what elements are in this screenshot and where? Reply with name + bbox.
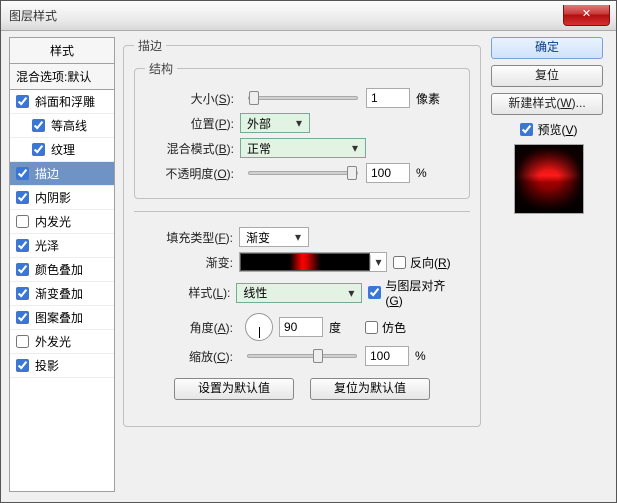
style-item-3[interactable]: 描边	[10, 162, 114, 186]
style-item-4[interactable]: 内阴影	[10, 186, 114, 210]
style-item-checkbox[interactable]	[16, 263, 29, 276]
style-item-checkbox[interactable]	[32, 143, 45, 156]
preview-thumbnail	[514, 144, 584, 214]
style-item-checkbox[interactable]	[16, 215, 29, 228]
style-item-0[interactable]: 斜面和浮雕	[10, 90, 114, 114]
angle-label: 角度(A):	[144, 319, 239, 336]
style-item-checkbox[interactable]	[16, 287, 29, 300]
gradient-label: 渐变:	[144, 254, 239, 271]
blendmode-combo[interactable]: 正常▾	[240, 138, 366, 158]
style-item-checkbox[interactable]	[16, 311, 29, 324]
chevron-down-icon: ▾	[291, 116, 307, 130]
structure-legend: 结构	[145, 60, 177, 77]
angle-unit: 度	[329, 319, 341, 336]
gradstyle-combo[interactable]: 线性▾	[236, 283, 362, 303]
layer-style-dialog: 图层样式 ✕ 样式 混合选项:默认 斜面和浮雕等高线纹理描边内阴影内发光光泽颜色…	[0, 0, 617, 503]
scale-input[interactable]	[365, 346, 409, 366]
dialog-buttons: 确定 复位 新建样式(W)... 预览(V)	[491, 37, 607, 218]
opacity-label: 不透明度(O):	[145, 165, 240, 182]
style-item-label: 纹理	[51, 141, 75, 158]
style-item-label: 描边	[35, 165, 59, 182]
style-item-label: 颜色叠加	[35, 261, 83, 278]
size-unit: 像素	[416, 90, 440, 107]
size-slider[interactable]	[248, 96, 358, 100]
scale-unit: %	[415, 349, 426, 363]
style-item-7[interactable]: 颜色叠加	[10, 258, 114, 282]
style-item-6[interactable]: 光泽	[10, 234, 114, 258]
style-item-label: 外发光	[35, 333, 71, 350]
fill-fieldset: 填充类型(F): 渐变▾ 渐变: ▾ 反向(R) 样式(L): 线性▾ 与图层对…	[134, 211, 470, 410]
style-item-checkbox[interactable]	[32, 119, 45, 132]
style-item-label: 内发光	[35, 213, 71, 230]
style-item-label: 光泽	[35, 237, 59, 254]
size-input[interactable]	[366, 88, 410, 108]
close-button[interactable]: ✕	[563, 5, 610, 26]
scale-label: 缩放(C):	[144, 348, 239, 365]
chevron-down-icon: ▾	[347, 141, 363, 155]
structure-fieldset: 结构 大小(S): 像素 位置(P): 外部▾ 混合模式(B): 正常▾	[134, 60, 470, 199]
filltype-combo[interactable]: 渐变▾	[239, 227, 309, 247]
align-checkbox[interactable]: 与图层对齐(G)	[368, 277, 460, 308]
gradient-swatch	[240, 253, 370, 271]
style-item-2[interactable]: 纹理	[10, 138, 114, 162]
style-item-label: 斜面和浮雕	[35, 93, 95, 110]
opacity-input[interactable]	[366, 163, 410, 183]
blend-options-row[interactable]: 混合选项:默认	[10, 64, 114, 90]
style-item-checkbox[interactable]	[16, 191, 29, 204]
new-style-button[interactable]: 新建样式(W)...	[491, 93, 603, 115]
reset-button[interactable]: 复位	[491, 65, 603, 87]
style-item-10[interactable]: 外发光	[10, 330, 114, 354]
stroke-legend: 描边	[134, 37, 166, 54]
chevron-down-icon: ▾	[343, 286, 359, 300]
style-item-checkbox[interactable]	[16, 359, 29, 372]
blendmode-label: 混合模式(B):	[145, 140, 240, 157]
opacity-unit: %	[416, 166, 427, 180]
style-item-label: 内阴影	[35, 189, 71, 206]
style-item-checkbox[interactable]	[16, 335, 29, 348]
style-item-11[interactable]: 投影	[10, 354, 114, 378]
style-item-8[interactable]: 渐变叠加	[10, 282, 114, 306]
chevron-down-icon: ▾	[290, 230, 306, 244]
gradstyle-label: 样式(L):	[144, 284, 236, 301]
dither-checkbox[interactable]: 仿色	[365, 319, 406, 336]
style-item-1[interactable]: 等高线	[10, 114, 114, 138]
styles-list: 样式 混合选项:默认 斜面和浮雕等高线纹理描边内阴影内发光光泽颜色叠加渐变叠加图…	[9, 37, 115, 492]
style-item-label: 投影	[35, 357, 59, 374]
reset-default-button[interactable]: 复位为默认值	[310, 378, 430, 400]
style-item-9[interactable]: 图案叠加	[10, 306, 114, 330]
filltype-label: 填充类型(F):	[144, 229, 239, 246]
style-item-checkbox[interactable]	[16, 95, 29, 108]
titlebar: 图层样式 ✕	[1, 1, 616, 31]
scale-slider[interactable]	[247, 354, 357, 358]
style-item-5[interactable]: 内发光	[10, 210, 114, 234]
ok-button[interactable]: 确定	[491, 37, 603, 59]
chevron-down-icon: ▾	[370, 255, 386, 269]
opacity-slider[interactable]	[248, 171, 358, 175]
preview-checkbox[interactable]: 预览(V)	[491, 121, 607, 138]
styles-header: 样式	[10, 38, 114, 64]
size-label: 大小(S):	[145, 90, 240, 107]
style-item-label: 渐变叠加	[35, 285, 83, 302]
make-default-button[interactable]: 设置为默认值	[174, 378, 294, 400]
style-item-checkbox[interactable]	[16, 167, 29, 180]
stroke-settings: 描边 结构 大小(S): 像素 位置(P): 外部▾ 混合模式(B):	[123, 37, 481, 492]
style-item-checkbox[interactable]	[16, 239, 29, 252]
position-combo[interactable]: 外部▾	[240, 113, 310, 133]
reverse-checkbox[interactable]: 反向(R)	[393, 254, 451, 271]
style-item-label: 等高线	[51, 117, 87, 134]
angle-input[interactable]	[279, 317, 323, 337]
gradient-picker[interactable]: ▾	[239, 252, 387, 272]
stroke-fieldset: 描边 结构 大小(S): 像素 位置(P): 外部▾ 混合模式(B):	[123, 37, 481, 427]
angle-dial[interactable]	[245, 313, 273, 341]
window-title: 图层样式	[9, 7, 57, 24]
position-label: 位置(P):	[145, 115, 240, 132]
style-item-label: 图案叠加	[35, 309, 83, 326]
